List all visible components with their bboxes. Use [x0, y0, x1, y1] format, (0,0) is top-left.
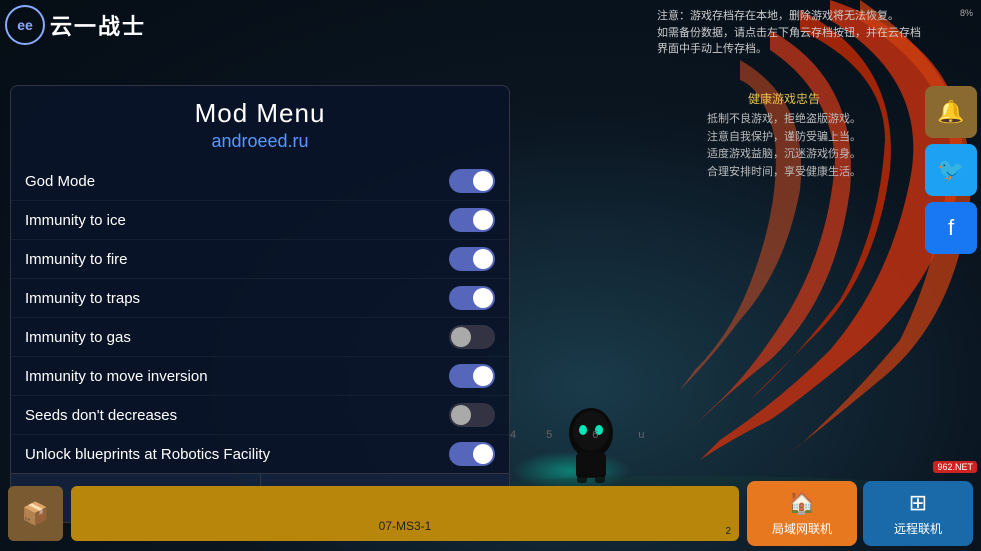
mod-item-label: Immunity to traps	[25, 290, 140, 307]
progress-bar-area: 07-MS3-1 2	[71, 486, 739, 541]
mod-item-label: Seeds don't decreases	[25, 407, 177, 424]
local-network-icon: 🏠	[788, 490, 815, 516]
mod-item-label: God Mode	[25, 173, 95, 190]
health-warning: 健康游戏忠告 抵制不良游戏，拒绝盗版游戏。 注意自我保护，谨防受骗上当。 适度游…	[707, 90, 861, 182]
twitter-button[interactable]: 🐦	[925, 144, 977, 196]
mod-item-toggle[interactable]	[449, 325, 495, 349]
progress-text: 07-MS3-1	[379, 519, 432, 533]
mod-item-toggle[interactable]	[449, 364, 495, 388]
logo-area: ee 云一战士	[5, 5, 146, 45]
mod-item-label: Immunity to gas	[25, 329, 131, 346]
bottom-left-icons: 📦	[0, 486, 63, 541]
mod-item-label: Immunity to fire	[25, 251, 128, 268]
mod-menu-title: Mod Menu	[21, 98, 499, 129]
mod-item-toggle[interactable]	[449, 247, 495, 271]
logo-text: 云一战士	[50, 9, 146, 41]
mod-item-toggle[interactable]	[449, 403, 495, 427]
mod-item: Seeds don't decreases	[11, 396, 509, 435]
mod-menu-items: God Mode Immunity to ice Immunity to fire I…	[11, 158, 509, 473]
mod-item: Immunity to move inversion	[11, 357, 509, 396]
character-svg	[556, 403, 626, 483]
mod-item-label: Immunity to ice	[25, 212, 126, 229]
mod-item-toggle[interactable]	[449, 208, 495, 232]
remote-connect-button[interactable]: ⊞ 远程联机	[863, 481, 973, 546]
facebook-button[interactable]: f	[925, 202, 977, 254]
mod-item: Immunity to ice	[11, 201, 509, 240]
local-network-button[interactable]: 🏠 局域网联机	[747, 481, 857, 546]
level-numbers: 456u	[510, 429, 645, 441]
mod-item-toggle[interactable]	[449, 442, 495, 466]
bottom-bar: 📦 07-MS3-1 2 🏠 局域网联机 ⊞ 远程联机	[0, 476, 981, 551]
mod-item: Immunity to traps	[11, 279, 509, 318]
mod-menu-subtitle: androeed.ru	[21, 131, 499, 152]
badge-962: 962.NET	[933, 461, 977, 473]
wing-svg	[480, 0, 980, 460]
remote-connect-icon: ⊞	[909, 490, 927, 516]
remote-connect-label: 远程联机	[894, 520, 942, 537]
mod-item: God Mode	[11, 162, 509, 201]
logo-ee-icon: ee	[5, 5, 45, 45]
mod-item: Unlock blueprints at Robotics Facility	[11, 435, 509, 473]
right-sidebar: 🔔 🐦 f	[921, 80, 981, 260]
mod-item: Immunity to fire	[11, 240, 509, 279]
mod-item-toggle[interactable]	[449, 169, 495, 193]
progress-num: 2	[725, 526, 731, 537]
right-big-buttons: 🏠 局域网联机 ⊞ 远程联机	[747, 481, 981, 546]
local-network-label: 局域网联机	[772, 520, 832, 537]
bottom-left-icon[interactable]: 📦	[8, 486, 63, 541]
notice-text: 注意：游戏存档存在本地，删除游戏将无法恢复。 如需备份数据，请点击左下角云存档按…	[657, 8, 921, 58]
mod-menu-header: Mod Menu androeed.ru	[11, 86, 509, 158]
mod-item: Immunity to gas	[11, 318, 509, 357]
notice-small: 8%	[960, 8, 973, 18]
mod-item-label: Unlock blueprints at Robotics Facility	[25, 446, 270, 463]
bell-button[interactable]: 🔔	[925, 86, 977, 138]
mod-item-toggle[interactable]	[449, 286, 495, 310]
mod-menu-panel: Mod Menu androeed.ru God Mode Immunity to…	[10, 85, 510, 523]
mod-item-label: Immunity to move inversion	[25, 368, 208, 385]
